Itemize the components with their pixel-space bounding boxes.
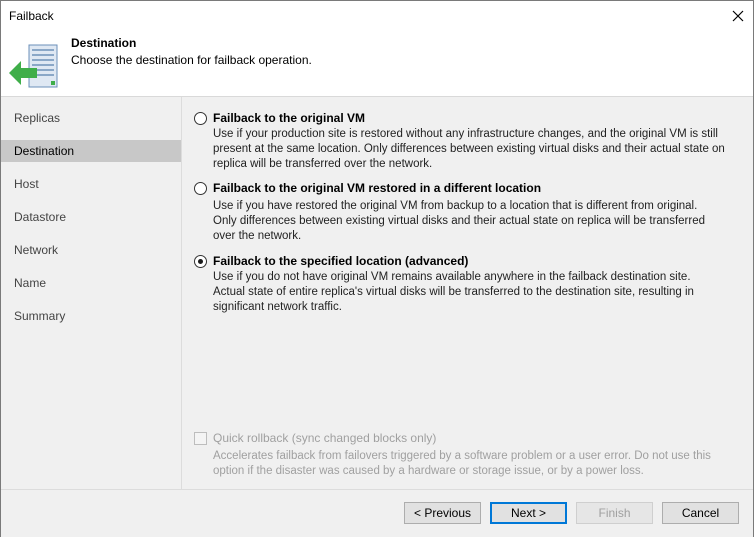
option-label[interactable]: Failback to the original VM restored in … bbox=[213, 181, 541, 195]
sidebar-item-summary[interactable]: Summary bbox=[1, 305, 181, 327]
sidebar-item-replicas[interactable]: Replicas bbox=[1, 107, 181, 129]
window-title: Failback bbox=[9, 9, 54, 23]
sidebar-item-datastore[interactable]: Datastore bbox=[1, 206, 181, 228]
description-line: Use if your production site is restored … bbox=[213, 128, 718, 140]
next-button[interactable]: Next > bbox=[490, 502, 567, 524]
radio-different-location[interactable] bbox=[194, 182, 207, 195]
quick-rollback-checkbox bbox=[194, 432, 207, 445]
option-description: Use if you do not have original VM remai… bbox=[213, 270, 753, 315]
failback-window: Failback Destination Choose the destinat… bbox=[0, 0, 754, 537]
option-description: Use if you have restored the original VM… bbox=[213, 199, 753, 244]
option-label[interactable]: Failback to the specified location (adva… bbox=[213, 254, 468, 268]
option-label[interactable]: Failback to the original VM bbox=[213, 111, 365, 125]
wizard-steps: Replicas Destination Host Datastore Netw… bbox=[1, 97, 182, 489]
finish-button: Finish bbox=[576, 502, 653, 524]
sidebar-item-host[interactable]: Host bbox=[1, 173, 181, 195]
page-subtitle: Choose the destination for failback oper… bbox=[71, 53, 312, 67]
previous-button[interactable]: < Previous bbox=[404, 502, 481, 524]
title-bar: Failback bbox=[1, 1, 753, 31]
description-line: Only differences between existing virtua… bbox=[213, 215, 705, 227]
sidebar-item-destination[interactable]: Destination bbox=[1, 140, 181, 162]
destination-panel: Failback to the original VM Use if your … bbox=[182, 97, 753, 489]
description-line: over the network. bbox=[213, 230, 302, 242]
wizard-header: Destination Choose the destination for f… bbox=[1, 31, 753, 97]
description-line: Use if you have restored the original VM… bbox=[213, 200, 698, 212]
cancel-button[interactable]: Cancel bbox=[662, 502, 739, 524]
quick-rollback-description: Accelerates failback from failovers trig… bbox=[213, 449, 753, 479]
description-line: Accelerates failback from failovers trig… bbox=[213, 450, 711, 462]
close-button[interactable] bbox=[723, 1, 753, 31]
description-line: Actual state of entire replica's virtual… bbox=[213, 286, 694, 298]
close-icon bbox=[732, 10, 744, 22]
page-title: Destination bbox=[71, 36, 137, 50]
description-line: option if the disaster was caused by a h… bbox=[213, 465, 644, 477]
radio-specified-location[interactable] bbox=[194, 255, 207, 268]
sidebar-item-network[interactable]: Network bbox=[1, 239, 181, 261]
description-line: significant network traffic. bbox=[213, 301, 342, 313]
description-line: replica will be transferred over the net… bbox=[213, 158, 433, 170]
failback-vm-icon bbox=[9, 44, 58, 88]
option-description: Use if your production site is restored … bbox=[213, 127, 753, 172]
quick-rollback-label: Quick rollback (sync changed blocks only… bbox=[213, 431, 437, 445]
description-line: Use if you do not have original VM remai… bbox=[213, 271, 691, 283]
sidebar-item-name[interactable]: Name bbox=[1, 272, 181, 294]
wizard-footer: < Previous Next > Finish Cancel bbox=[1, 489, 753, 537]
description-line: present at the same location. Only diffe… bbox=[213, 143, 725, 155]
radio-original-vm[interactable] bbox=[194, 112, 207, 125]
